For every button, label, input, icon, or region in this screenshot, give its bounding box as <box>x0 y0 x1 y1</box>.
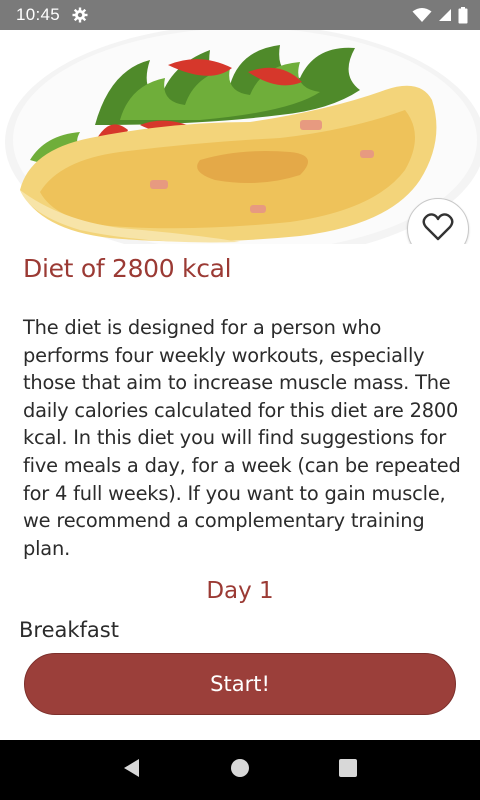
day-label: Day 1 <box>206 578 274 604</box>
diet-description: The diet is designed for a person who pe… <box>23 316 461 560</box>
status-bar: 10:45 <box>0 0 480 30</box>
recents-icon <box>338 758 358 782</box>
recents-button[interactable] <box>328 750 368 790</box>
back-icon <box>123 758 141 782</box>
battery-icon <box>458 6 468 24</box>
wifi-icon <box>412 7 432 23</box>
omelette-image <box>5 30 480 244</box>
heart-outline-icon <box>422 213 454 244</box>
hero-image <box>0 30 480 244</box>
gear-icon <box>72 7 88 23</box>
home-icon <box>230 758 250 782</box>
back-button[interactable] <box>112 750 152 790</box>
status-icons <box>412 6 468 24</box>
diet-title: Diet of 2800 kcal <box>23 254 232 283</box>
home-button[interactable] <box>220 750 260 790</box>
signal-icon <box>438 8 452 22</box>
status-time: 10:45 <box>16 5 61 24</box>
meal-label: Breakfast <box>19 618 119 642</box>
navigation-bar <box>0 740 480 800</box>
start-button[interactable]: Start! <box>24 653 456 715</box>
